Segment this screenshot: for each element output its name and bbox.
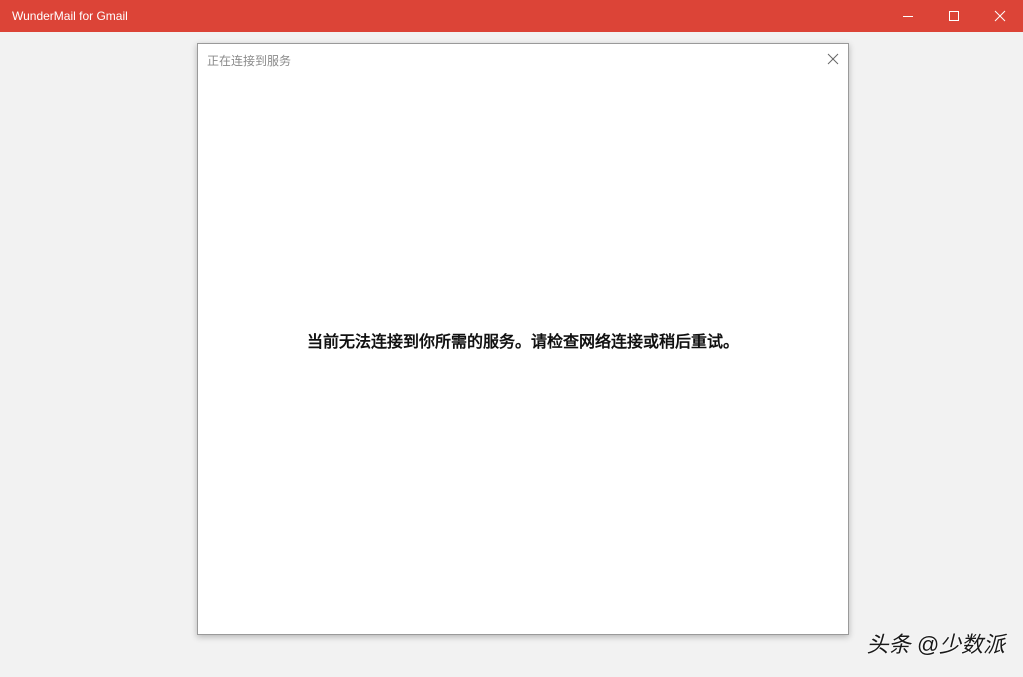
- minimize-button[interactable]: [885, 0, 931, 32]
- dialog-title: 正在连接到服务: [207, 54, 292, 68]
- maximize-button[interactable]: [931, 0, 977, 32]
- close-window-button[interactable]: [977, 0, 1023, 32]
- close-icon: [827, 53, 839, 65]
- close-icon: [994, 10, 1006, 22]
- window-title: WunderMail for Gmail: [12, 9, 128, 23]
- connection-dialog: 正在连接到服务 当前无法连接到你所需的服务。请检查网络连接或稍后重试。: [197, 43, 849, 635]
- maximize-icon: [949, 11, 959, 21]
- title-bar[interactable]: WunderMail for Gmail: [0, 0, 1023, 32]
- minimize-icon: [903, 16, 913, 17]
- watermark: 头条 @少数派: [866, 632, 1005, 657]
- dialog-close-button[interactable]: [824, 50, 842, 68]
- error-message: 当前无法连接到你所需的服务。请检查网络连接或稍后重试。: [306, 334, 739, 351]
